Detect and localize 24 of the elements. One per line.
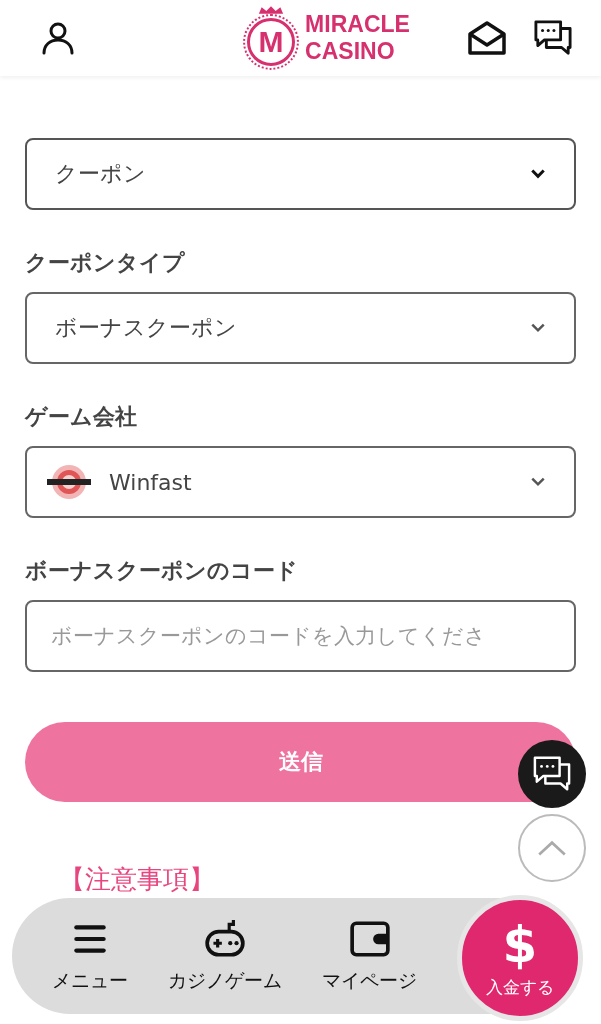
- chat-icon: [532, 755, 572, 793]
- deposit-button[interactable]: $ 入金する: [457, 895, 583, 1021]
- gamepad-icon: [204, 918, 246, 960]
- logo-text: MIRACLE: [305, 11, 410, 38]
- nav-item[interactable]: マイページ: [322, 918, 417, 994]
- nav-item[interactable]: メニュー: [52, 918, 128, 994]
- coupon-select[interactable]: クーポン: [25, 138, 576, 210]
- provider-select[interactable]: Winfast: [25, 446, 576, 518]
- nav-item[interactable]: カジノゲーム: [168, 918, 282, 994]
- logo-text: CASINO: [305, 38, 396, 65]
- notice-title: 【注意事項】: [59, 863, 216, 896]
- field-label: ボーナスクーポンのコード: [25, 557, 299, 585]
- chevron-down-icon: [530, 168, 546, 180]
- field-label: クーポンタイプ: [25, 249, 186, 277]
- field-label: ゲーム会社: [25, 403, 138, 431]
- coupon-type-select[interactable]: ボーナスクーポン: [25, 292, 576, 364]
- chevron-up-icon: [536, 839, 568, 857]
- mail-icon[interactable]: [467, 19, 507, 57]
- chat-icon[interactable]: [533, 19, 573, 57]
- chevron-down-icon: [530, 322, 546, 334]
- wallet-icon: [348, 918, 391, 960]
- crown-icon: [257, 5, 286, 15]
- coupon-code-field[interactable]: ボーナスクーポンのコードを入力してくださ: [25, 600, 576, 672]
- chevron-down-icon: [530, 476, 546, 488]
